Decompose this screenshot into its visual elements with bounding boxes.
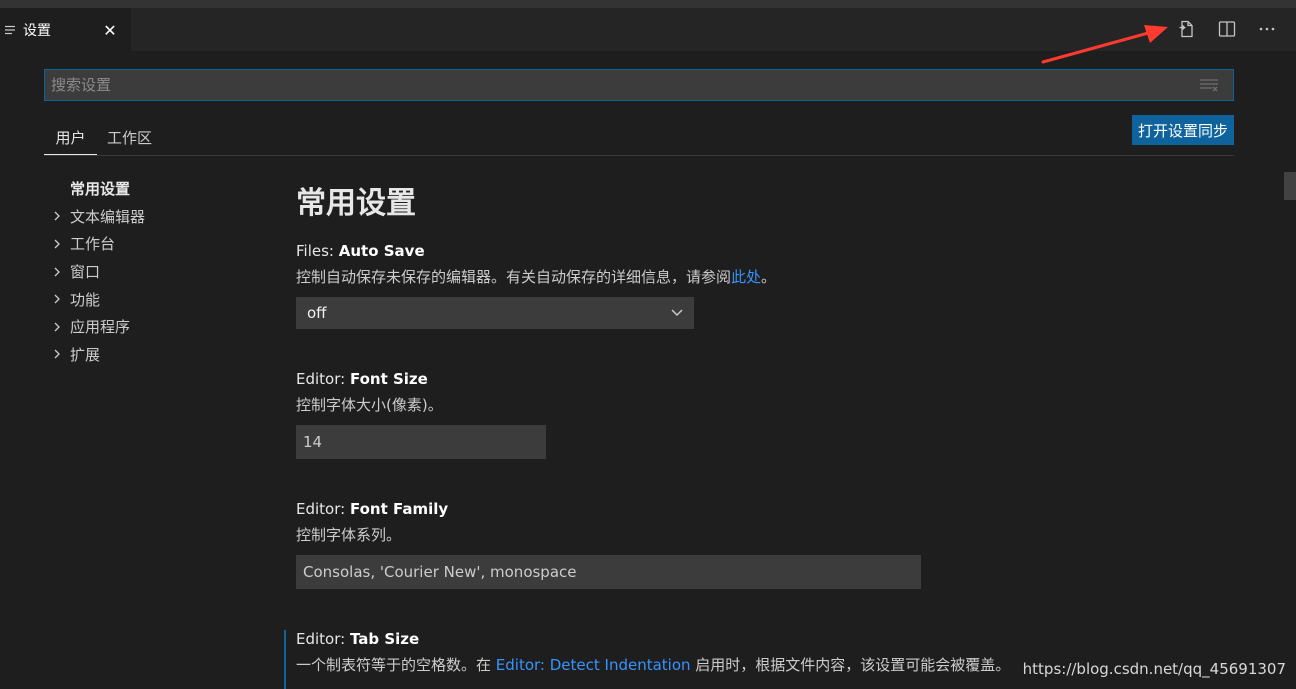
chevron-right-icon [52,238,70,250]
setting-description: 控制字体系列。 [296,526,402,544]
toc-item-label: 扩展 [70,345,101,364]
tab-workspace-settings[interactable]: 工作区 [107,120,152,154]
toc-item-extensions[interactable]: 扩展 [52,341,252,369]
toc-item-features[interactable]: 功能 [52,285,252,313]
tab-user-settings[interactable]: 用户 [44,120,97,155]
list-icon [4,24,16,36]
toc-item-label: 功能 [70,290,101,309]
chevron-right-icon [52,293,70,305]
scrollbar-thumb[interactable] [1284,172,1296,200]
setting-description: 控制自动保存未保存的编辑器。有关自动保存的详细信息，请参阅此处。 [296,268,777,286]
search-settings-box [44,69,1234,101]
chevron-right-icon [52,210,70,222]
watermark-text: https://blog.csdn.net/qq_45691307 [1016,660,1286,678]
setting-editor-tab-size: Editor: Tab Size 一个制表符等于的空格数。在 Editor: D… [296,630,1010,675]
search-input[interactable] [45,70,1199,100]
toc-item-label: 常用设置 [70,180,131,199]
filter-icon[interactable] [1199,78,1219,92]
select-value: off [307,304,327,322]
toc-item-window[interactable]: 窗口 [52,258,252,286]
toc-item-label: 窗口 [70,263,101,282]
close-icon[interactable]: ✕ [100,20,120,40]
toc-item-application[interactable]: 应用程序 [52,313,252,341]
setting-editor-font-family: Editor: Font Family 控制字体系列。 [296,500,921,589]
chevron-down-icon [670,304,684,322]
focused-setting-indicator [284,630,286,689]
more-actions-button[interactable] [1256,18,1278,40]
chevron-right-icon [52,266,70,278]
tab-bar: 设置 ✕ [0,8,1296,51]
chevron-right-icon [52,321,70,333]
scrollbar-track[interactable] [1284,51,1296,689]
font-size-input[interactable] [296,425,546,459]
toc-item-label: 工作台 [70,235,116,254]
setting-editor-font-size: Editor: Font Size 控制字体大小(像素)。 [296,370,546,459]
auto-save-docs-link[interactable]: 此处 [731,268,761,286]
split-editor-icon [1218,21,1236,37]
tab-settings[interactable]: 设置 ✕ [0,8,131,51]
editor-actions [1176,18,1278,40]
section-title: 常用设置 [296,186,416,221]
open-settings-sync-button[interactable]: 打开设置同步 [1131,115,1234,145]
settings-scope-tabs: 用户 工作区 打开设置同步 [44,115,1234,156]
chevron-right-icon [52,348,70,360]
toc-item-commonly-used[interactable]: 常用设置 [52,175,252,203]
ellipsis-icon [1259,27,1275,31]
setting-title: Editor: Font Family [296,500,449,518]
font-family-input[interactable] [296,555,921,589]
setting-description: 一个制表符等于的空格数。在 Editor: Detect Indentation… [296,656,1011,674]
tab-label: 设置 [23,22,51,39]
detect-indentation-link[interactable]: Editor: Detect Indentation [496,656,691,674]
setting-files-auto-save: Files: Auto Save 控制自动保存未保存的编辑器。有关自动保存的详细… [296,242,776,329]
open-settings-json-button[interactable] [1176,18,1198,40]
open-json-icon [1179,20,1193,38]
toc-item-text-editor[interactable]: 文本编辑器 [52,203,252,231]
toc-item-label: 应用程序 [70,318,131,337]
toc-item-workbench[interactable]: 工作台 [52,230,252,258]
auto-save-select[interactable]: off [296,297,694,329]
setting-title: Editor: Tab Size [296,630,420,648]
setting-title: Files: Auto Save [296,242,425,260]
setting-title: Editor: Font Size [296,370,428,388]
toc-item-label: 文本编辑器 [70,207,146,226]
setting-description: 控制字体大小(像素)。 [296,396,443,414]
window-top-strip [0,0,1296,8]
split-editor-button[interactable] [1216,18,1238,40]
settings-table-of-contents: 常用设置 文本编辑器 工作台 窗口 功能 应用程序 扩展 [52,175,252,368]
